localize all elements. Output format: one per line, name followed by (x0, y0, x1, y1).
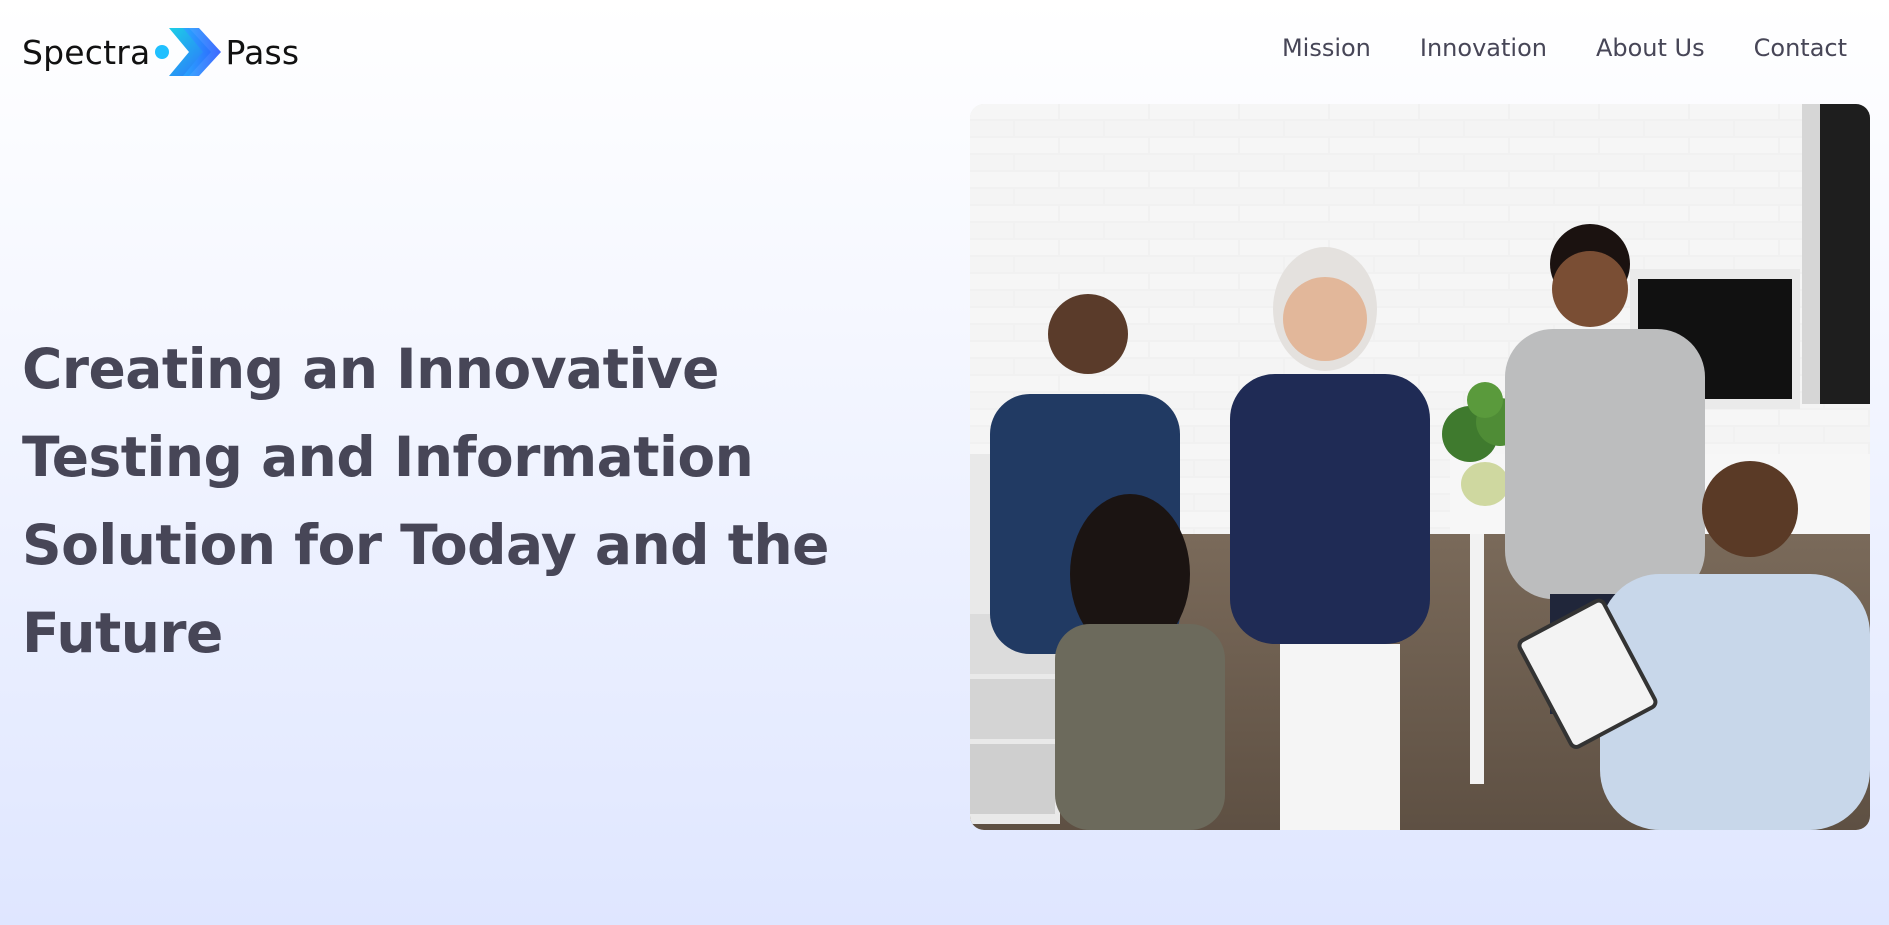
nav-link-mission[interactable]: Mission (1282, 34, 1371, 62)
team-meeting-photo (970, 104, 1870, 830)
site-header: Spectra Pass Mission Innovation About Us… (0, 0, 1889, 102)
brand-name-right: Pass (225, 32, 300, 72)
main-nav: Mission Innovation About Us Contact (1233, 34, 1847, 62)
hero-title: Creating an Innovative Testing and Infor… (22, 337, 829, 665)
nav-link-innovation[interactable]: Innovation (1420, 34, 1547, 62)
nav-link-about-us[interactable]: About Us (1596, 34, 1705, 62)
nav-link-contact[interactable]: Contact (1754, 34, 1847, 62)
brand-name-left: Spectra (22, 32, 151, 72)
hero-image (970, 104, 1870, 830)
brand-logo[interactable]: Spectra Pass (22, 24, 299, 80)
chevron-arrow-logo-icon (153, 24, 223, 80)
